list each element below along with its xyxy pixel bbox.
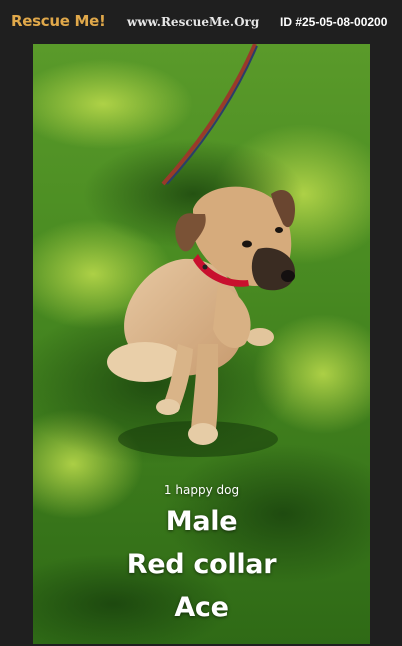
brand-logo[interactable]: Rescue Me! (11, 12, 106, 30)
site-header: Rescue Me! www.RescueMe.Org ID #25-05-08… (0, 0, 402, 44)
caption-sex: Male (165, 506, 238, 537)
pet-photo: 1 happy dog Male Red collar Ace (33, 44, 370, 644)
site-url-link[interactable]: www.RescueMe.Org (127, 15, 259, 29)
pet-id: ID #25-05-08-00200 (280, 15, 388, 29)
caption-collar: Red collar (126, 549, 277, 580)
caption-count: 1 happy dog (163, 483, 240, 497)
caption-name: Ace (174, 592, 229, 623)
